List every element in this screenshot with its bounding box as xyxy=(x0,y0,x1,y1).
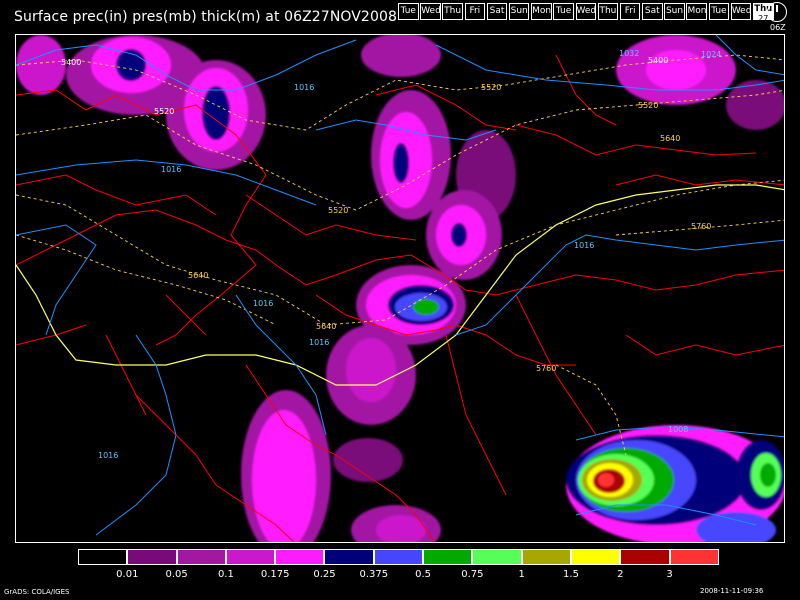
thickness-label: 5520 xyxy=(638,101,658,110)
day-cell: Tue xyxy=(708,3,730,20)
thickness-label: 5400 xyxy=(648,56,668,65)
thickness-label: 5520 xyxy=(328,206,348,215)
isobar-label: 1016 xyxy=(294,83,314,92)
precip-legend xyxy=(78,549,719,565)
legend-label: 0.25 xyxy=(313,569,336,580)
thickness-label: 5640 xyxy=(660,134,680,143)
day-cell: Wed xyxy=(730,3,751,20)
legend-swatch xyxy=(176,549,226,565)
legend-swatch xyxy=(127,549,177,565)
clock-label: 06Z xyxy=(770,23,786,32)
clock-icon xyxy=(767,2,787,22)
legend-swatch xyxy=(521,549,571,565)
thickness-label: 5640 xyxy=(316,322,336,331)
day-cell: Tue xyxy=(553,3,574,20)
legend-label: 1 xyxy=(518,569,525,580)
legend-label: 0.1 xyxy=(217,569,234,580)
credit-text: GrADS: COLA/IGES xyxy=(4,588,70,596)
legend-label: 3 xyxy=(666,569,673,580)
isobar-label: 1032 xyxy=(619,49,639,58)
isobar-label: 1016 xyxy=(574,241,594,250)
day-cell: Fri xyxy=(464,3,486,20)
legend-label: 0.5 xyxy=(415,569,432,580)
legend-label: 0.01 xyxy=(116,569,139,580)
thickness-label: 5400 xyxy=(61,58,81,67)
day-cell: Sat xyxy=(642,3,663,20)
isobar-label: 1016 xyxy=(161,165,181,174)
day-cell: Mon xyxy=(531,3,552,20)
legend-swatch xyxy=(472,549,522,565)
isobar-label: 1016 xyxy=(98,451,118,460)
day-cell: Thu xyxy=(442,3,463,20)
day-cell: Sun xyxy=(508,3,530,20)
thickness-label: 5760 xyxy=(691,222,711,231)
day-cell: Wed xyxy=(575,3,596,20)
legend-swatch xyxy=(620,549,670,565)
isobar-label: 1008 xyxy=(668,425,688,434)
day-cell: Mon xyxy=(686,3,707,20)
legend-label: 0.05 xyxy=(165,569,188,580)
legend-swatch xyxy=(570,549,621,565)
weather-map: 1016 1016 1016 1016 1016 1016 1032 1024 … xyxy=(15,34,785,543)
isobar-label: 1016 xyxy=(309,338,329,347)
legend-label: 1.5 xyxy=(563,569,579,580)
day-cell: Thu xyxy=(597,3,619,20)
legend-swatch xyxy=(423,549,473,565)
isobar-label: 1016 xyxy=(253,299,273,308)
legend-swatch xyxy=(78,549,128,565)
thickness-label: 5640 xyxy=(188,271,208,280)
thickness-label: 5520 xyxy=(481,83,501,92)
legend-swatch xyxy=(669,549,719,565)
day-cell: Tue xyxy=(398,3,419,20)
day-cell: Fri xyxy=(619,3,641,20)
legend-swatch xyxy=(324,549,374,565)
legend-swatch xyxy=(225,549,276,565)
legend-label: 0.375 xyxy=(359,569,389,580)
legend-swatch xyxy=(373,549,424,565)
day-cell: Sun xyxy=(664,3,685,20)
legend-swatch xyxy=(275,549,325,565)
thickness-label: 5760 xyxy=(536,364,556,373)
legend-label: 0.75 xyxy=(461,569,484,580)
day-cell: Sat xyxy=(486,3,508,20)
day-cell: Wed xyxy=(420,3,441,20)
day-strip: Tue Wed Thu Fri Sat Sun Mon Tue Wed Thu Fri Sat Sun M… xyxy=(398,3,775,23)
isobar-label: 1024 xyxy=(701,50,721,59)
thickness-label: 5520 xyxy=(154,107,174,116)
legend-label: 0.175 xyxy=(260,569,290,580)
timestamp: 2008-11-11-09:36 xyxy=(700,587,764,595)
map-title: Surface prec(in) pres(mb) thick(m) at 06… xyxy=(14,9,397,25)
legend-label: 2 xyxy=(617,569,624,580)
